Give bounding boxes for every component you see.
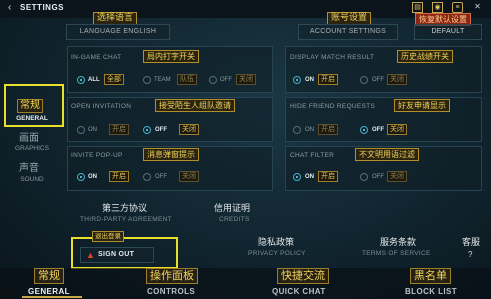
hide-friend-on-cn: 开启: [318, 124, 338, 135]
ingame-chat-team-radio[interactable]: [143, 76, 151, 84]
display-match-on-cn: 开启: [318, 74, 338, 85]
chat-filter-annotation: 不文明用语过滤: [355, 148, 419, 161]
display-match-annotation: 历史战绩开关: [397, 50, 453, 63]
display-match-on-radio[interactable]: [293, 76, 301, 84]
sign-out-label: SIGN OUT: [98, 251, 135, 258]
nav-active-indicator: [22, 296, 82, 298]
chat-filter-on-radio[interactable]: [293, 173, 301, 181]
open-invitation-annotation: 接受陌生人组队邀请: [155, 99, 235, 112]
chat-filter-on-cn: 开启: [318, 171, 338, 182]
third-party-link[interactable]: THIRD-PARTY AGREEMENT: [80, 216, 172, 223]
support-icon[interactable]: ?: [468, 250, 472, 259]
chat-filter-off-cn: 关闭: [387, 171, 407, 182]
warning-icon: ▲: [86, 250, 96, 260]
sign-out-annotation: 退出登录: [92, 231, 124, 242]
display-match-off-radio[interactable]: [360, 76, 368, 84]
ingame-chat-off-cn: 关闭: [236, 74, 256, 85]
chat-filter-title: CHAT FILTER: [290, 152, 335, 159]
sidebar-item-general[interactable]: GENERAL: [7, 115, 57, 122]
chat-filter-off-radio[interactable]: [360, 173, 368, 181]
open-invitation-off-cn: 关闭: [179, 124, 199, 135]
chat-filter-on-label: ON: [305, 174, 314, 180]
menu-icon[interactable]: ≡: [452, 2, 463, 13]
sidebar-item-sound[interactable]: SOUND: [7, 176, 57, 183]
open-invitation-on-radio[interactable]: [77, 126, 85, 134]
hide-friend-off-label: OFF: [372, 127, 384, 133]
hide-friend-title: HIDE FRIEND REQUESTS: [290, 103, 376, 110]
default-button[interactable]: DEFAULT: [414, 24, 482, 40]
third-party-cn: 第三方协议: [102, 204, 148, 214]
account-settings-button[interactable]: ACCOUNT SETTINGS: [298, 24, 398, 40]
hide-friend-on-radio[interactable]: [293, 126, 301, 134]
sidebar-general-cn: 常规: [17, 99, 43, 113]
sidebar-sound-cn: 声音: [19, 163, 39, 174]
ingame-chat-all-label: ALL: [88, 77, 100, 83]
open-invitation-on-label: ON: [88, 127, 97, 133]
sign-out-button[interactable]: ▲ SIGN OUT: [80, 247, 154, 263]
nav-block-list[interactable]: BLOCK LIST: [405, 287, 457, 296]
support-cn: 客服: [462, 238, 481, 248]
chat-filter-off-label: OFF: [372, 174, 384, 180]
invite-popup-off-radio[interactable]: [143, 173, 151, 181]
sidebar-graphics-cn: 画面: [19, 133, 39, 144]
invite-popup-off-label: OFF: [155, 174, 167, 180]
display-match-off-cn: 关闭: [387, 74, 407, 85]
nav-quick-chat-cn: 快捷交流: [277, 268, 329, 284]
terms-of-service-link[interactable]: TERMS OF SERVICE: [362, 250, 431, 257]
ingame-chat-team-cn: 队伍: [177, 74, 197, 85]
hide-friend-off-radio[interactable]: [360, 126, 368, 134]
nav-controls[interactable]: CONTROLS: [147, 287, 195, 296]
nav-general-cn: 常规: [34, 268, 64, 284]
ingame-chat-annotation: 局内打字开关: [143, 50, 199, 63]
display-match-off-label: OFF: [372, 77, 384, 83]
nav-quick-chat[interactable]: QUICK CHAT: [272, 287, 326, 296]
open-invitation-on-cn: 开启: [109, 124, 129, 135]
invite-popup-on-cn: 开启: [109, 171, 129, 182]
credits-cn: 信用证明: [214, 204, 251, 214]
profile-icon[interactable]: ◉: [432, 2, 443, 13]
ingame-chat-all-cn: 全部: [104, 74, 124, 85]
ingame-chat-off-radio[interactable]: [209, 76, 217, 84]
invite-popup-annotation: 消息弹窗提示: [143, 148, 199, 161]
display-match-on-label: ON: [305, 77, 314, 83]
invite-popup-off-cn: 关闭: [179, 171, 199, 182]
open-invitation-off-radio[interactable]: [143, 126, 151, 134]
close-icon[interactable]: ✕: [472, 2, 483, 13]
ingame-chat-team-label: TEAM: [154, 77, 171, 83]
ingame-chat-off-label: OFF: [220, 77, 232, 83]
credits-link[interactable]: CREDITS: [219, 216, 250, 223]
back-icon[interactable]: ‹: [8, 2, 11, 13]
page-title: SETTINGS: [20, 3, 65, 12]
open-invitation-off-label: OFF: [155, 127, 167, 133]
display-match-title: DISPLAY MATCH RESULT: [290, 54, 375, 61]
sidebar-item-graphics[interactable]: GRAPHICS: [7, 145, 57, 152]
invite-popup-on-label: ON: [88, 174, 97, 180]
ingame-chat-all-radio[interactable]: [77, 76, 85, 84]
nav-general[interactable]: GENERAL: [28, 287, 70, 296]
hide-friend-off-cn: 关闭: [387, 124, 407, 135]
language-select[interactable]: LANGUAGE ENGLISH: [66, 24, 170, 40]
hide-friend-on-label: ON: [305, 127, 314, 133]
nav-controls-cn: 操作面板: [146, 268, 198, 284]
invite-popup-on-radio[interactable]: [77, 173, 85, 181]
nav-block-list-cn: 黑名单: [410, 268, 451, 284]
privacy-policy-link[interactable]: PRIVACY POLICY: [248, 250, 306, 257]
hide-friend-annotation: 好友申请显示: [394, 99, 450, 112]
terms-cn: 服务条款: [380, 238, 417, 248]
ingame-chat-title: IN-GAME CHAT: [71, 54, 122, 61]
chat-icon[interactable]: ▤: [412, 2, 423, 13]
privacy-cn: 隐私政策: [258, 238, 295, 248]
invite-popup-title: INVITE POP-UP: [71, 152, 123, 159]
open-invitation-title: OPEN INVITATION: [71, 103, 132, 110]
